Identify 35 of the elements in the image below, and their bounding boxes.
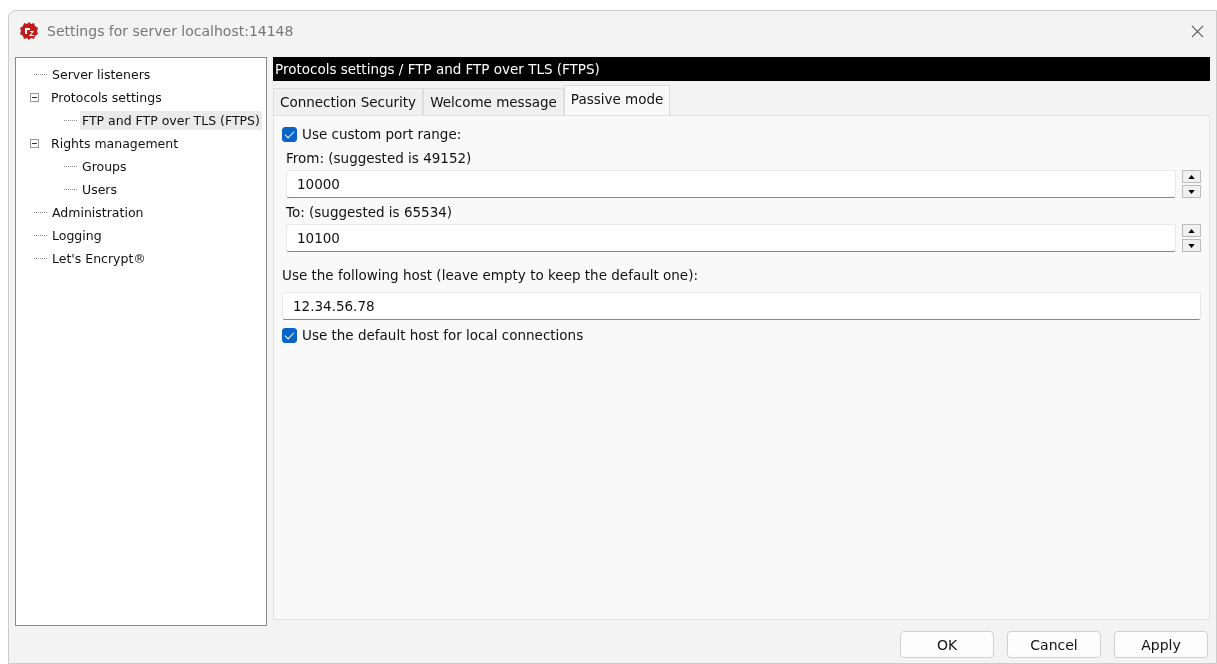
tree-item[interactable]: FTP and FTP over TLS (FTPS) bbox=[80, 111, 262, 130]
collapse-icon[interactable] bbox=[30, 139, 39, 148]
tab[interactable]: Passive mode bbox=[563, 85, 671, 115]
page-header: Protocols settings / FTP and FTP over TLS (FTPS) bbox=[273, 57, 1210, 81]
checkbox[interactable] bbox=[282, 327, 297, 343]
spin-down-icon[interactable] bbox=[1182, 185, 1201, 198]
tree-item[interactable]: Server listeners bbox=[50, 65, 153, 84]
dialog-button[interactable]: Apply bbox=[1114, 631, 1208, 658]
app-logo-icon bbox=[19, 21, 39, 41]
tree-item[interactable]: Rights management bbox=[49, 134, 181, 153]
input-field[interactable]: 12.34.56.78 bbox=[282, 292, 1201, 320]
field-label: From: (suggested is 49152) bbox=[286, 149, 473, 168]
spin-up-icon[interactable] bbox=[1182, 170, 1201, 183]
tab[interactable]: Welcome message bbox=[423, 88, 564, 115]
spin-down-icon[interactable] bbox=[1182, 239, 1201, 252]
checkbox-label: Use the default host for local connections bbox=[302, 327, 584, 343]
tree-item[interactable]: Administration bbox=[50, 203, 146, 222]
tree-item[interactable]: Logging bbox=[50, 226, 104, 245]
tab[interactable]: Connection Security bbox=[273, 88, 424, 115]
field-label: To: (suggested is 65534) bbox=[286, 203, 454, 222]
tree-item[interactable]: Groups bbox=[80, 157, 129, 176]
input-field[interactable]: 10100 bbox=[286, 224, 1176, 252]
checkbox[interactable] bbox=[282, 126, 297, 142]
input-field[interactable]: 10000 bbox=[286, 170, 1176, 198]
tree-item[interactable]: Users bbox=[80, 180, 119, 199]
close-icon[interactable] bbox=[1191, 24, 1204, 38]
field-label: Use the following host (leave empty to keep the default one): bbox=[282, 266, 699, 285]
dialog-button[interactable]: OK bbox=[900, 631, 994, 658]
checkbox-label: Use custom port range: bbox=[302, 126, 462, 142]
dialog-button[interactable]: Cancel bbox=[1007, 631, 1101, 658]
tree-item[interactable]: Let's Encrypt® bbox=[50, 249, 148, 268]
window-title: Settings for server localhost:14148 bbox=[47, 23, 295, 39]
collapse-icon[interactable] bbox=[30, 93, 39, 102]
tree-item[interactable]: Protocols settings bbox=[49, 88, 164, 107]
spin-up-icon[interactable] bbox=[1182, 224, 1201, 237]
